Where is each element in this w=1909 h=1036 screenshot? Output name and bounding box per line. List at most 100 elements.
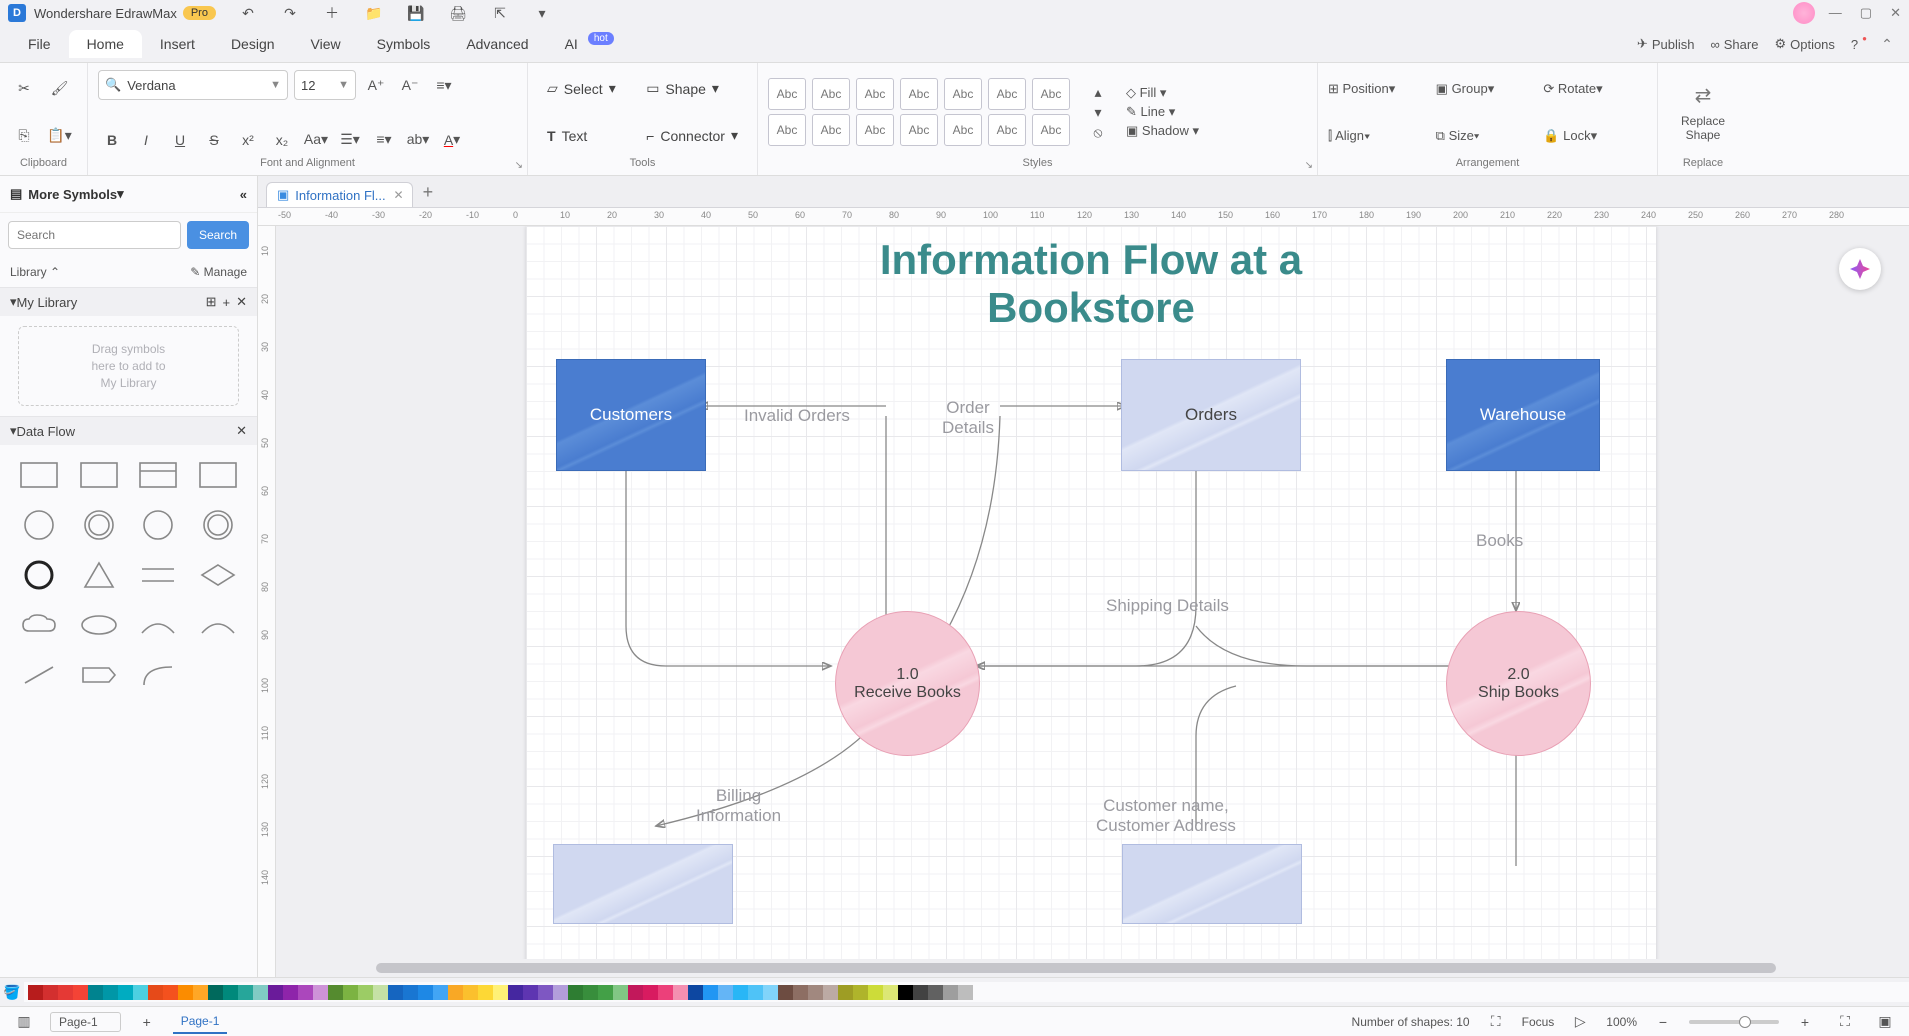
symbol-search-input[interactable]	[8, 221, 181, 249]
shape-process[interactable]	[14, 455, 64, 495]
color-swatch[interactable]	[223, 985, 238, 1000]
styles-launcher-icon[interactable]: ↘	[1305, 160, 1313, 171]
cut-icon[interactable]: ✂	[10, 75, 38, 103]
color-swatch[interactable]	[943, 985, 958, 1000]
panel-title[interactable]: More Symbols	[28, 187, 117, 202]
color-swatch[interactable]	[328, 985, 343, 1000]
rotate-button[interactable]: ⟳ Rotate▾	[1543, 81, 1647, 97]
text-tool-button[interactable]: TText	[538, 123, 633, 149]
color-swatch[interactable]	[598, 985, 613, 1000]
lib-add-icon[interactable]: +	[223, 295, 231, 310]
paste-icon[interactable]: 📋▾	[46, 122, 74, 150]
color-swatch[interactable]	[283, 985, 298, 1000]
shape-ellipse[interactable]	[74, 605, 124, 645]
color-swatch[interactable]	[388, 985, 403, 1000]
color-swatch[interactable]	[58, 985, 73, 1000]
horizontal-scrollbar[interactable]	[276, 961, 1909, 977]
focus-label[interactable]: Focus	[1522, 1015, 1555, 1029]
shape-curve[interactable]	[134, 655, 184, 695]
label-books[interactable]: Books	[1476, 531, 1523, 551]
label-invalid-orders[interactable]: Invalid Orders	[744, 406, 850, 426]
replace-shape-button[interactable]: Replace Shape	[1681, 114, 1725, 142]
fill-picker-icon[interactable]: 🪣	[0, 978, 24, 1006]
label-customer-addr[interactable]: Customer name, Customer Address	[1096, 796, 1236, 835]
style-swatch-1[interactable]: Abc	[768, 78, 806, 110]
color-swatch[interactable]	[898, 985, 913, 1000]
shape-header-box[interactable]	[134, 455, 184, 495]
color-swatch[interactable]	[448, 985, 463, 1000]
superscript-icon[interactable]: x²	[234, 126, 262, 154]
shape-tool-button[interactable]: ▭Shape ▾	[637, 75, 747, 102]
diagram-page[interactable]: Information Flow at a Bookstore	[526, 226, 1656, 959]
color-swatch[interactable]	[298, 985, 313, 1000]
style-swatch-5[interactable]: Abc	[944, 78, 982, 110]
color-swatch[interactable]	[778, 985, 793, 1000]
menu-file[interactable]: File	[10, 30, 69, 58]
shape-double-circle-2[interactable]	[193, 505, 243, 545]
style-swatch-6[interactable]: Abc	[988, 78, 1026, 110]
color-swatch[interactable]	[118, 985, 133, 1000]
manage-button[interactable]: ✎ Manage	[190, 265, 247, 279]
add-tab-button[interactable]: +	[413, 178, 444, 207]
color-swatch[interactable]	[523, 985, 538, 1000]
menu-design[interactable]: Design	[213, 30, 293, 58]
present-icon[interactable]: ▷	[1566, 1008, 1594, 1036]
color-swatch[interactable]	[358, 985, 373, 1000]
color-swatch[interactable]	[853, 985, 868, 1000]
color-swatch[interactable]	[808, 985, 823, 1000]
shape-triangle[interactable]	[74, 555, 124, 595]
color-swatch[interactable]	[268, 985, 283, 1000]
color-swatch[interactable]	[868, 985, 883, 1000]
color-swatch[interactable]	[793, 985, 808, 1000]
line-button[interactable]: ✎ Line ▾	[1126, 104, 1199, 120]
symbol-search-button[interactable]: Search	[187, 221, 249, 249]
style-swatch-11[interactable]: Abc	[900, 114, 938, 146]
color-swatch[interactable]	[478, 985, 493, 1000]
color-swatch[interactable]	[553, 985, 568, 1000]
shape-double-circle[interactable]	[74, 505, 124, 545]
shape-bold-circle[interactable]	[14, 555, 64, 595]
shape-datastore[interactable]	[134, 555, 184, 595]
size-button[interactable]: ⧉ Size▾	[1436, 128, 1540, 144]
shape-card[interactable]	[193, 455, 243, 495]
color-swatch[interactable]	[208, 985, 223, 1000]
label-shipping-details[interactable]: Shipping Details	[1106, 596, 1229, 616]
font-size-select[interactable]: 12▼	[294, 70, 356, 100]
fill-button[interactable]: ◇ Fill ▾	[1126, 85, 1199, 101]
style-swatch-8[interactable]: Abc	[768, 114, 806, 146]
text-direction-icon[interactable]: ab▾	[404, 126, 432, 154]
style-swatch-12[interactable]: Abc	[944, 114, 982, 146]
style-swatch-4[interactable]: Abc	[900, 78, 938, 110]
style-swatch-14[interactable]: Abc	[1032, 114, 1070, 146]
color-swatch[interactable]	[103, 985, 118, 1000]
color-swatch[interactable]	[73, 985, 88, 1000]
increase-font-icon[interactable]: A⁺	[362, 71, 390, 99]
color-swatch[interactable]	[823, 985, 838, 1000]
menu-advanced[interactable]: Advanced	[448, 30, 546, 58]
align-button[interactable]: ⫿ Align▾	[1328, 128, 1432, 144]
shape-arc[interactable]	[134, 605, 184, 645]
color-swatch[interactable]	[838, 985, 853, 1000]
node-warehouse[interactable]: Warehouse	[1446, 359, 1600, 471]
bold-icon[interactable]: B	[98, 126, 126, 154]
zoom-slider[interactable]	[1689, 1020, 1779, 1024]
color-swatch[interactable]	[568, 985, 583, 1000]
menu-symbols[interactable]: Symbols	[359, 30, 449, 58]
collapse-panel-icon[interactable]: «	[240, 187, 247, 202]
color-swatch[interactable]	[238, 985, 253, 1000]
color-swatch[interactable]	[673, 985, 688, 1000]
shape-process-2[interactable]	[74, 455, 124, 495]
color-swatch[interactable]	[253, 985, 268, 1000]
styles-up-icon[interactable]: ▴	[1084, 82, 1112, 102]
align-text-icon[interactable]: ≡▾	[430, 71, 458, 99]
style-swatch-13[interactable]: Abc	[988, 114, 1026, 146]
color-swatch[interactable]	[88, 985, 103, 1000]
export-icon[interactable]: ⇱	[486, 0, 514, 27]
connector-tool-button[interactable]: ⌐Connector ▾	[637, 122, 747, 149]
color-swatch[interactable]	[643, 985, 658, 1000]
color-swatch[interactable]	[163, 985, 178, 1000]
focus-icon[interactable]: ⛶	[1482, 1008, 1510, 1036]
color-swatch[interactable]	[28, 985, 43, 1000]
my-library-dropzone[interactable]: Drag symbols here to add to My Library	[18, 326, 239, 406]
diagram-title[interactable]: Information Flow at a Bookstore	[526, 236, 1656, 333]
